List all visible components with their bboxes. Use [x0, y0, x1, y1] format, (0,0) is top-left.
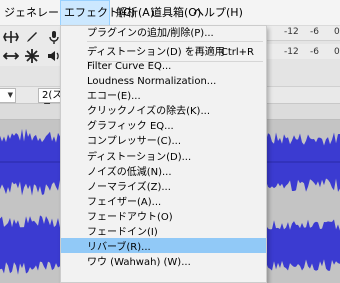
menu-bar: ジェネレーター(G) エフェクト(C) 解析(A) 道具箱(O) ヘルプ(H) — [0, 0, 340, 26]
menu-analyze[interactable]: 解析(A) — [116, 0, 154, 26]
fit-icon[interactable] — [3, 29, 19, 45]
meter-ruler[interactable]: -12 -6 0 — [265, 26, 340, 41]
channels-select[interactable]: 2(ステ — [38, 88, 62, 114]
meter-label: -6 — [310, 47, 319, 57]
meter-label: -6 — [310, 27, 319, 37]
menu-effect[interactable]: エフェクト(C) — [60, 0, 135, 26]
meter-label: -12 — [284, 27, 299, 37]
menu-help[interactable]: ヘルプ(H) — [193, 0, 243, 26]
effects-menu: プラグインの追加/削除(P)... ディストーション(D) を再適用 Ctrl+… — [60, 25, 267, 283]
time-shift-icon[interactable] — [2, 48, 20, 64]
tools-toolbar — [0, 26, 64, 66]
menu-separator — [87, 41, 263, 42]
draw-icon[interactable] — [24, 29, 40, 45]
meter-label: 0 — [334, 47, 340, 57]
playback-meter[interactable]: -12 -6 0 — [265, 44, 340, 59]
menu-item-wahwah[interactable]: ワウ (Wahwah) (W)... — [61, 253, 266, 271]
meter-label: -12 — [284, 47, 299, 57]
multi-tool-icon[interactable] — [24, 48, 40, 64]
menu-item-add-remove-plugins[interactable]: プラグインの追加/削除(P)... — [61, 26, 266, 42]
device-select[interactable]: ▼ — [0, 88, 16, 103]
meter-label: 0 — [334, 27, 340, 37]
